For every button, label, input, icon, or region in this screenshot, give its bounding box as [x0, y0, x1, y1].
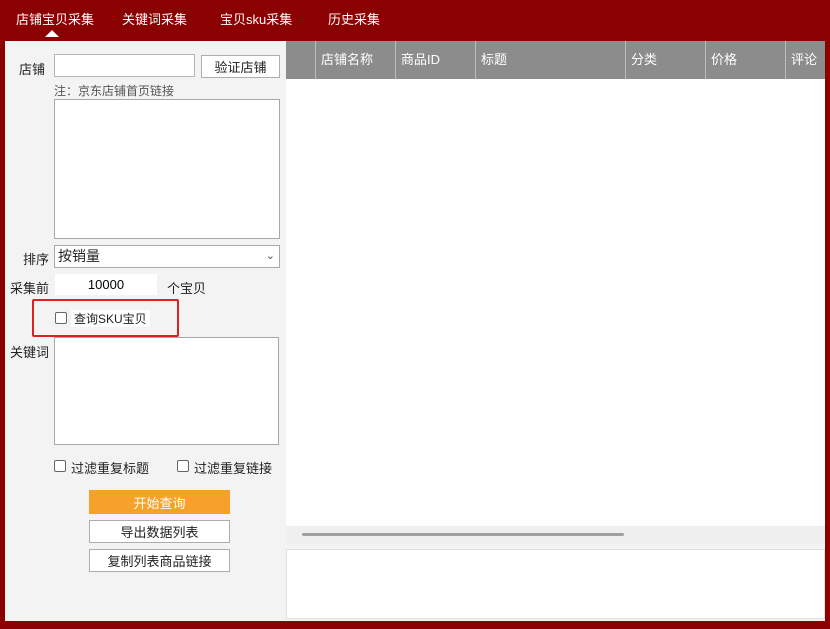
keyword-label: 关键词: [10, 345, 50, 360]
filter-link-label: 过滤重复链接: [194, 461, 273, 476]
query-sku-label: 查询SKU宝贝: [71, 310, 150, 327]
chevron-down-icon: ⌄: [265, 250, 275, 262]
copy-links-button[interactable]: 复制列表商品链接: [89, 549, 230, 572]
col-row-header[interactable]: [286, 41, 315, 79]
sort-label: 排序: [23, 252, 50, 267]
keyword-textarea[interactable]: [54, 337, 279, 445]
filter-link-checkbox[interactable]: [177, 460, 189, 472]
collect-prefix-label: 采集前: [10, 281, 50, 296]
scrollbar-thumb[interactable]: [302, 533, 624, 536]
tab-keyword[interactable]: 关键词采集: [122, 9, 187, 28]
shop-links-textarea[interactable]: [54, 99, 280, 239]
sort-select-value: 按销量: [58, 248, 100, 264]
export-list-button[interactable]: 导出数据列表: [89, 520, 230, 543]
col-product-id[interactable]: 商品ID: [395, 41, 475, 79]
shop-note: 注：京东店铺首页链接: [54, 84, 175, 98]
verify-shop-button[interactable]: 验证店铺: [201, 55, 280, 78]
col-category[interactable]: 分类: [625, 41, 705, 79]
sort-select[interactable]: 按销量 ⌄: [54, 245, 280, 268]
collect-count-input[interactable]: [54, 273, 158, 296]
filter-title-label: 过滤重复标题: [71, 461, 150, 476]
results-grid[interactable]: 店铺名称 商品ID 标题 分类 价格 评论: [286, 41, 825, 526]
tab-sku[interactable]: 宝贝sku采集: [220, 9, 292, 28]
tab-shop-items[interactable]: 店铺宝贝采集: [16, 9, 94, 28]
col-reviews[interactable]: 评论: [785, 41, 825, 79]
col-title[interactable]: 标题: [475, 41, 625, 79]
filter-title-checkbox[interactable]: [54, 460, 66, 472]
shop-label: 店铺: [19, 62, 46, 77]
shop-input[interactable]: [54, 54, 195, 77]
active-tab-caret-icon: [45, 30, 59, 37]
tab-bar: 店铺宝贝采集 关键词采集 宝贝sku采集 历史采集: [0, 0, 830, 38]
grid-header: 店铺名称 商品ID 标题 分类 价格 评论: [286, 41, 825, 79]
query-sku-checkbox[interactable]: [55, 312, 67, 324]
horizontal-scrollbar[interactable]: [286, 526, 825, 544]
main-window: 店铺 验证店铺 注：京东店铺首页链接 排序 按销量 ⌄ 采集前 个宝贝 查询SK…: [5, 41, 825, 621]
log-panel: [286, 549, 825, 619]
collect-suffix-label: 个宝贝: [167, 281, 207, 296]
col-shop-name[interactable]: 店铺名称: [315, 41, 395, 79]
tab-history[interactable]: 历史采集: [328, 9, 380, 28]
col-price[interactable]: 价格: [705, 41, 785, 79]
start-query-button[interactable]: 开始查询: [89, 490, 230, 514]
